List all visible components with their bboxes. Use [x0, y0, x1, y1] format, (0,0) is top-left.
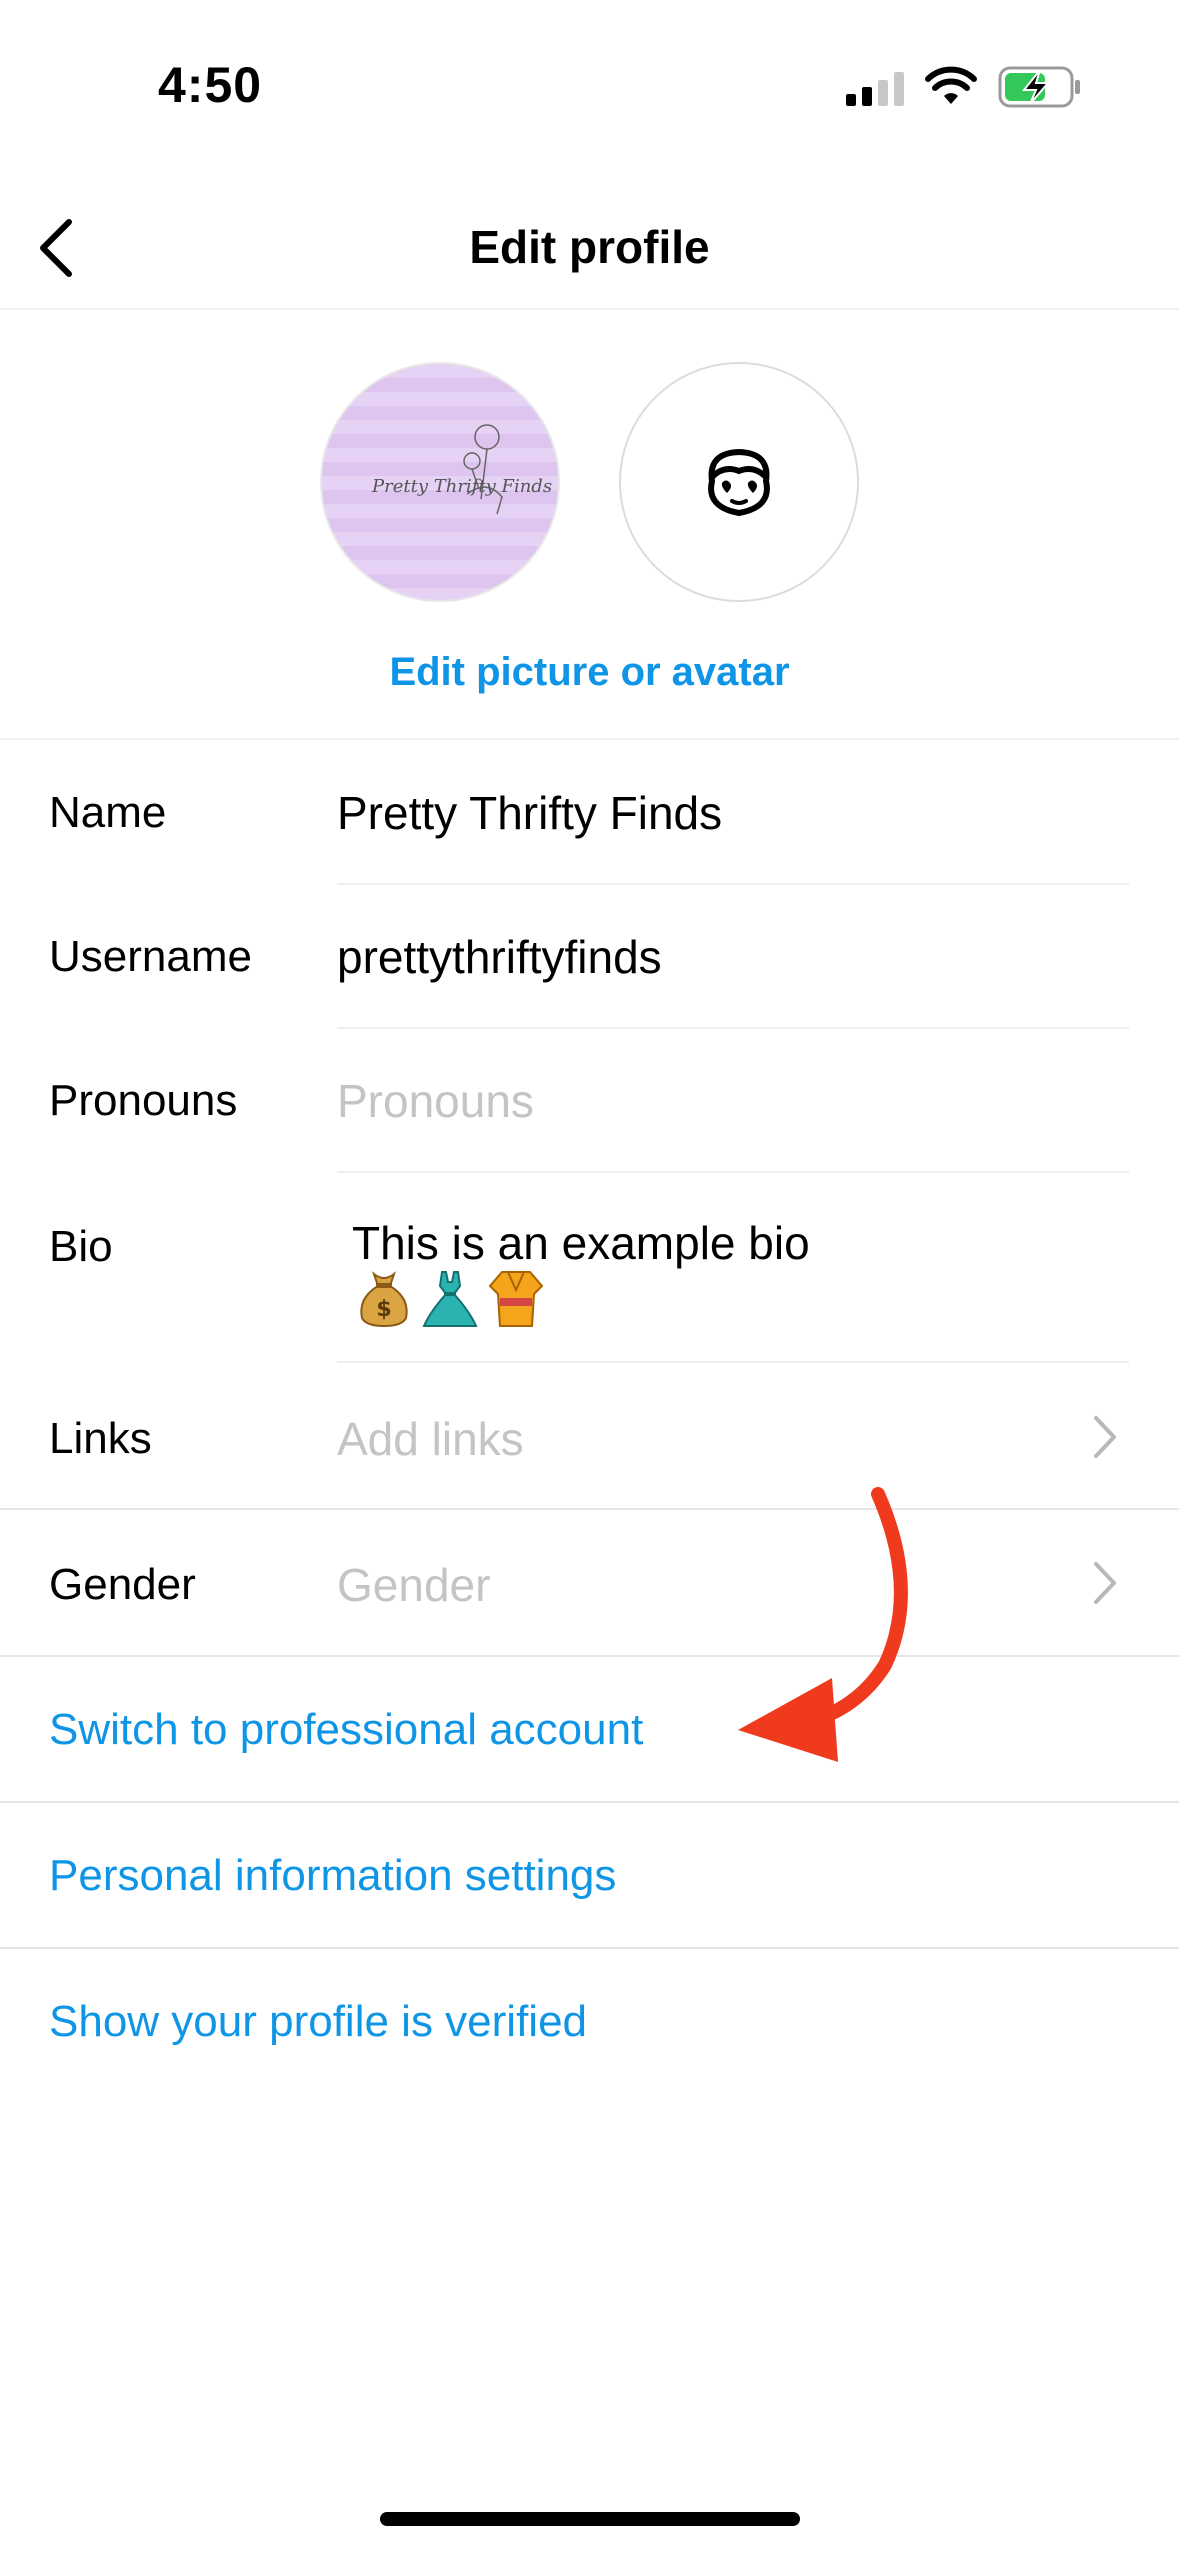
nav-header: Edit profile [0, 190, 1179, 310]
bio-field[interactable]: This is an example bio [352, 1216, 810, 1270]
avatar-section: Pretty Thrifty Finds [0, 362, 1179, 602]
divider [0, 1947, 1179, 1949]
username-label: Username [49, 932, 252, 981]
status-bar: 4:50 [0, 0, 1179, 170]
verified-profile-link[interactable]: Show your profile is verified [49, 1997, 587, 2047]
avatar-character-icon [708, 448, 770, 517]
gender-label: Gender [49, 1560, 196, 1609]
chevron-right-icon[interactable] [1090, 1412, 1120, 1462]
divider [337, 1171, 1129, 1173]
dress-emoji [422, 1271, 478, 1327]
personal-info-link[interactable]: Personal information settings [49, 1851, 616, 1901]
switch-professional-link[interactable]: Switch to professional account [49, 1705, 643, 1755]
status-time: 4:50 [158, 57, 263, 113]
gender-field[interactable]: Gender [337, 1558, 490, 1612]
wifi-icon [925, 66, 977, 104]
divider [0, 1801, 1179, 1803]
avatar-character[interactable] [619, 362, 859, 602]
divider [337, 1027, 1129, 1029]
pronouns-label: Pronouns [49, 1076, 238, 1125]
divider [337, 1361, 1129, 1363]
username-field[interactable]: prettythriftyfinds [337, 930, 662, 984]
name-label: Name [49, 788, 167, 837]
bio-label: Bio [49, 1222, 113, 1271]
divider [0, 1508, 1179, 1510]
bio-emojis: $ [356, 1268, 544, 1328]
home-indicator [380, 2512, 800, 2526]
cellular-signal-icon [846, 72, 904, 106]
battery-charging-icon [998, 66, 1080, 108]
pronouns-field[interactable]: Pronouns [337, 1074, 534, 1128]
photo-logo-text: Pretty Thrifty Finds [372, 476, 553, 497]
profile-photo[interactable]: Pretty Thrifty Finds [320, 362, 560, 602]
chevron-right-icon[interactable] [1090, 1558, 1120, 1608]
name-field[interactable]: Pretty Thrifty Finds [337, 786, 722, 840]
kimono-emoji [488, 1271, 544, 1327]
annotation-arrow-icon [738, 1487, 908, 1762]
svg-text:$: $ [376, 1297, 391, 1322]
money-bag-emoji: $ [360, 1271, 408, 1328]
page-title: Edit profile [469, 221, 710, 273]
flower-hand-icon [463, 424, 503, 515]
divider [0, 738, 1179, 740]
divider [0, 1655, 1179, 1657]
edit-picture-link[interactable]: Edit picture or avatar [0, 650, 1179, 695]
links-field[interactable]: Add links [337, 1412, 524, 1466]
divider [337, 883, 1129, 885]
links-label: Links [49, 1414, 152, 1463]
